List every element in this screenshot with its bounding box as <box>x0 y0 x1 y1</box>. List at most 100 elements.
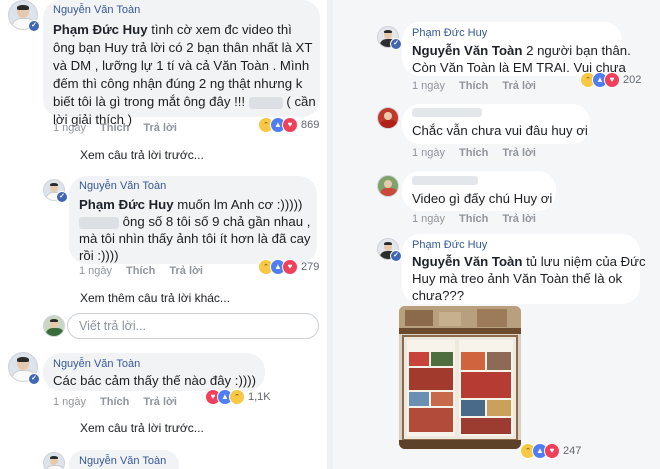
mention-link[interactable]: Nguyễn Văn Toàn <box>412 254 522 269</box>
comment-line: muốn lm Anh cơ :))))) <box>173 197 303 212</box>
reaction-count: 869 <box>301 119 320 131</box>
reaction-count: 279 <box>301 261 320 273</box>
reply-input-box[interactable] <box>67 313 320 339</box>
current-user-avatar <box>43 315 65 337</box>
view-previous-replies[interactable]: Xem câu trả lời trước... <box>80 148 204 162</box>
avatar-face <box>384 179 392 188</box>
comment-text: Các bác cảm thấy thế nào đây :)))) <box>53 373 257 388</box>
mention-link[interactable]: Phạm Đức Huy <box>53 22 148 37</box>
comment-time[interactable]: 1 ngày <box>79 265 112 277</box>
comment-time[interactable]: 1 ngày <box>412 147 445 159</box>
haha-reaction-icon: ᵔ <box>229 389 245 405</box>
verified-badge-icon: ✓ <box>390 38 402 50</box>
reaction-count: 202 <box>623 74 642 86</box>
left-comment-thread: ✓ Nguyễn Văn Toàn Phạm Đức Huy tình cờ x… <box>0 0 327 469</box>
avatar-shirt <box>46 465 64 469</box>
comment-time[interactable]: 1 ngày <box>53 396 86 408</box>
reaction-summary[interactable]: ᵔ ▲ ♥ 869 <box>258 117 319 133</box>
avatar-shirt <box>380 188 398 196</box>
verified-badge-icon: ✓ <box>28 20 40 32</box>
reaction-summary[interactable]: ᵔ ▲ ♥ 279 <box>258 259 319 275</box>
mention-link[interactable]: Nguyễn Văn Toàn <box>412 43 522 58</box>
redacted-box <box>248 96 283 109</box>
comment-author[interactable]: Nguyễn Văn Toàn <box>79 180 166 192</box>
comment-meta: 1 ngày Thích Trả lời <box>79 265 203 277</box>
comment-author[interactable]: Phạm Đức Huy <box>412 239 487 251</box>
avatar-hair <box>49 455 59 460</box>
comment-line: đếm thì công nhận đúng 2 ng thật nhưng k <box>53 76 303 91</box>
comment-line-part: biết tôi là gì trong mắt ông đây !!! <box>53 94 249 109</box>
avatar-shirt <box>46 328 64 336</box>
avatar[interactable] <box>377 107 399 129</box>
comment-line-part: ( cần <box>282 94 316 109</box>
comment-line: tình cờ xem đc video thì <box>147 22 292 37</box>
reaction-count: 1,1K <box>248 391 271 403</box>
reply-link[interactable]: Trả lời <box>502 80 536 92</box>
love-reaction-icon: ♥ <box>544 443 560 459</box>
comment-line: và DM , lưỡng lự 1 tí và cả Văn Toàn . M… <box>53 58 310 73</box>
reply-link[interactable]: Trả lời <box>143 396 177 408</box>
reply-link[interactable]: Trả lời <box>502 213 536 225</box>
reply-input[interactable] <box>68 314 320 338</box>
comment-author[interactable]: Nguyễn Văn Toàn <box>79 455 166 467</box>
redacted-box <box>79 216 119 229</box>
love-reaction-icon: ♥ <box>604 72 620 88</box>
avatar-hair <box>383 29 393 34</box>
reaction-summary[interactable]: ᵔ ▲ ♥ 202 <box>580 72 641 88</box>
comment-time[interactable]: 1 ngày <box>412 213 445 225</box>
comment-line: 2 người bạn thân. <box>522 43 631 58</box>
view-previous-replies[interactable]: Xem câu trả lời trước... <box>80 421 204 435</box>
redacted-name <box>412 108 482 117</box>
verified-badge-icon: ✓ <box>390 250 402 262</box>
reply-link[interactable]: Trả lời <box>169 265 203 277</box>
avatar-hair <box>49 182 59 187</box>
comment-text: Video gì đấy chú Huy ơi <box>412 191 553 206</box>
comment-author[interactable]: Nguyễn Văn Toàn <box>53 4 140 16</box>
comment-line: tủ lưu niệm của Đức <box>522 254 646 269</box>
comment-meta: 1 ngày Thích Trả lời <box>53 122 177 134</box>
comment-line: ông bạn Huy trả lời có 2 bạn thân nhất l… <box>53 40 313 55</box>
comment-text: Chắc vẫn chưa vui đâu huy ơi <box>412 123 588 138</box>
love-reaction-icon: ♥ <box>282 117 298 133</box>
like-link[interactable]: Thích <box>459 147 488 159</box>
reaction-count: 247 <box>563 445 582 457</box>
reaction-summary[interactable]: ᵔ ▲ ♥ 247 <box>520 443 581 459</box>
mention-link[interactable]: Phạm Đức Huy <box>79 197 174 212</box>
comment-meta: 1 ngày Thích Trả lời <box>412 80 536 92</box>
like-link[interactable]: Thích <box>126 265 155 277</box>
redacted-name <box>412 176 478 185</box>
comment-meta: 1 ngày Thích Trả lời <box>412 147 536 159</box>
comment-text: Phạm Đức Huy tình cờ xem đc video thì <box>53 20 292 39</box>
avatar-face <box>384 111 392 120</box>
comment-time[interactable]: 1 ngày <box>412 80 445 92</box>
comment-meta: 1 ngày Thích Trả lời <box>412 213 536 225</box>
verified-badge-icon: ✓ <box>28 373 40 385</box>
like-link[interactable]: Thích <box>459 213 488 225</box>
like-link[interactable]: Thích <box>100 122 129 134</box>
like-link[interactable]: Thích <box>459 80 488 92</box>
attached-photo[interactable] <box>399 306 521 449</box>
comment-line: chưa??? <box>412 288 465 303</box>
comment-author[interactable]: Nguyễn Văn Toàn <box>53 358 140 370</box>
avatar-hair <box>16 4 30 10</box>
comment-line-part: ông số 8 tôi số 9 chả gần nhau , <box>119 214 311 229</box>
avatar-hair <box>383 241 393 246</box>
love-reaction-icon: ♥ <box>282 259 298 275</box>
comment-time[interactable]: 1 ngày <box>53 122 86 134</box>
like-link[interactable]: Thích <box>100 396 129 408</box>
avatar-hair <box>49 318 59 323</box>
avatar-hair <box>16 356 30 362</box>
avatar[interactable] <box>377 175 399 197</box>
reply-link[interactable]: Trả lời <box>143 122 177 134</box>
reaction-summary[interactable]: ♥ ▲ ᵔ 1,1K <box>205 389 271 405</box>
comment-author[interactable]: Phạm Đức Huy <box>412 27 487 39</box>
comment-meta: 1 ngày Thích Trả lời <box>53 396 177 408</box>
verified-badge-icon: ✓ <box>56 191 68 203</box>
avatar[interactable] <box>43 452 65 469</box>
comment-line: rồi :)))) <box>79 248 119 263</box>
cabinet-photo-illustration <box>399 306 521 449</box>
reply-link[interactable]: Trả lời <box>502 147 536 159</box>
view-more-replies[interactable]: Xem thêm câu trả lời khác... <box>80 291 230 305</box>
comment-line: biết tôi là gì trong mắt ông đây !!! ( c… <box>53 92 316 111</box>
avatar-shirt <box>380 120 398 128</box>
